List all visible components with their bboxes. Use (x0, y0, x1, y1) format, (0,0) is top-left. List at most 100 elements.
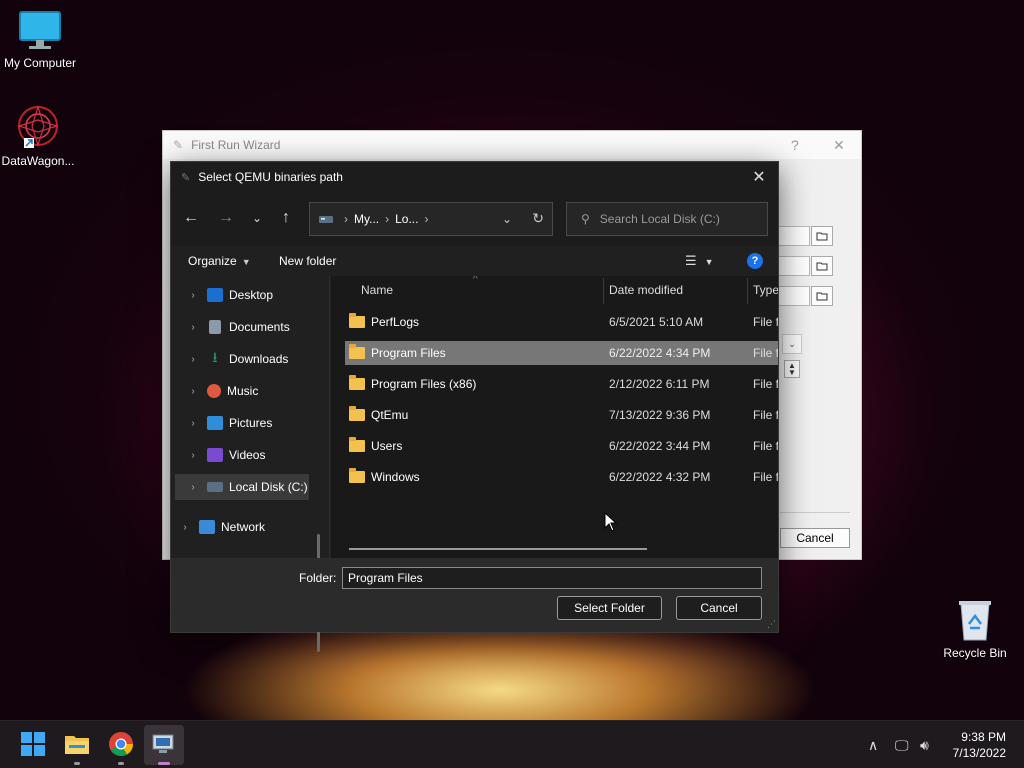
expand-chevron-icon[interactable]: › (183, 418, 203, 429)
network-tray-icon[interactable]: 🖵 (895, 737, 909, 754)
file-row[interactable]: Program Files 6/22/2022 4:34 PM File fo (345, 341, 778, 365)
new-folder-button[interactable]: New folder (279, 254, 336, 268)
column-separator[interactable] (747, 278, 748, 304)
drive-icon (207, 482, 223, 492)
nav-item-downloads[interactable]: › ⭳ Downloads (175, 346, 309, 372)
address-dropdown-icon[interactable]: ⌄ (502, 212, 512, 226)
arrow-left-icon: ← (183, 209, 199, 226)
expand-chevron-icon[interactable]: › (175, 522, 195, 533)
arrow-up-icon: ↑ (282, 209, 290, 226)
show-hidden-icons-chevron-icon[interactable]: ∧ (868, 737, 878, 754)
expand-chevron-icon[interactable]: › (183, 322, 203, 333)
close-icon: ✕ (752, 169, 766, 186)
clock[interactable]: 9:38 PM 7/13/2022 (953, 729, 1006, 761)
mouse-cursor-icon (604, 512, 618, 532)
file-name: QtEmu (371, 408, 409, 422)
nav-item-label: Desktop (229, 288, 274, 302)
file-row[interactable]: Windows 6/22/2022 4:32 PM File fo (345, 465, 778, 489)
help-icon[interactable]: ? (747, 253, 763, 269)
nav-item-music[interactable]: › Music (175, 378, 309, 404)
nav-item-label: Pictures (229, 416, 273, 430)
file-row[interactable]: PerfLogs 6/5/2021 5:10 AM File fo (345, 310, 778, 334)
file-row[interactable]: Users 6/22/2022 3:44 PM File fo (345, 434, 778, 458)
file-list: ^ Name Date modified Type PerfLogs 6/5/2… (331, 276, 778, 558)
downloads-icon: ⭳ (212, 349, 218, 365)
desktop-icon-datawagon[interactable]: DataWagon... (0, 104, 78, 168)
breadcrumb-local-disk[interactable]: Lo... (395, 212, 418, 226)
search-box[interactable]: ⚲ Search Local Disk (C:) (566, 202, 768, 236)
nav-item-desktop[interactable]: › Desktop (175, 282, 309, 308)
qtemu-taskbar-button[interactable] (144, 725, 184, 765)
up-button[interactable]: ↑ (274, 206, 298, 230)
desktop-icon-recycle-bin[interactable]: Recycle Bin (935, 598, 1015, 660)
column-header-type[interactable]: Type (753, 276, 778, 304)
cancel-button[interactable]: Cancel (676, 596, 762, 620)
column-header-name[interactable]: Name (361, 276, 393, 304)
file-date: 6/22/2022 4:32 PM (609, 470, 711, 484)
address-bar[interactable]: › My... › Lo... › ⌄ ↻ (309, 202, 553, 236)
pen-icon: ✎ (181, 171, 191, 184)
desktop-icon-label: My Computer (3, 56, 77, 70)
expand-chevron-icon[interactable]: › (183, 290, 203, 301)
horizontal-scrollbar[interactable] (349, 548, 647, 550)
wizard-browse-button[interactable] (811, 226, 833, 246)
start-button[interactable] (20, 731, 46, 757)
expand-chevron-icon[interactable]: › (183, 354, 203, 365)
desktop-icon-my-computer[interactable]: My Computer (0, 10, 80, 70)
expand-chevron-icon[interactable]: › (183, 482, 203, 493)
nav-item-pictures[interactable]: › Pictures (175, 410, 309, 436)
wizard-browse-button[interactable] (811, 286, 833, 306)
folder-browse-icon (816, 292, 828, 301)
pane-splitter[interactable] (329, 276, 330, 558)
wizard-path-field[interactable] (778, 226, 810, 246)
sort-ascending-icon: ^ (473, 276, 478, 285)
wizard-path-field[interactable] (778, 286, 810, 306)
desktop-icon-label: Recycle Bin (943, 646, 1007, 660)
organize-button[interactable]: Organize ▼ (188, 254, 251, 268)
refresh-icon[interactable]: ↻ (532, 210, 544, 227)
expand-chevron-icon[interactable]: › (183, 450, 203, 461)
nav-item-videos[interactable]: › Videos (175, 442, 309, 468)
view-options-button[interactable]: ☰ ▼ (685, 253, 714, 269)
column-separator[interactable] (603, 278, 604, 304)
resize-grip-icon[interactable]: ⋰ (767, 619, 776, 630)
nav-item-network[interactable]: › Network (167, 514, 301, 540)
wizard-close-button[interactable]: ✕ (833, 137, 845, 154)
wizard-cancel-button[interactable]: Cancel (780, 528, 850, 548)
wizard-divider (780, 512, 850, 513)
column-header-date[interactable]: Date modified (609, 276, 683, 304)
wizard-browse-button[interactable] (811, 256, 833, 276)
nav-item-documents[interactable]: › Documents (175, 314, 309, 340)
nav-item-label: Local Disk (C:) (229, 480, 308, 494)
wizard-spinbox-button[interactable]: ▲ ▼ (784, 360, 800, 378)
chevron-down-icon: ⌄ (251, 211, 263, 225)
forward-button[interactable]: → (214, 206, 238, 230)
music-icon (207, 384, 221, 398)
back-button[interactable]: ← (179, 206, 203, 230)
wizard-path-field[interactable] (778, 256, 810, 276)
qtemu-icon (152, 734, 174, 753)
folder-browse-icon (816, 232, 828, 241)
clock-time: 9:38 PM (961, 730, 1006, 744)
caret-down-icon: ▼ (241, 257, 251, 267)
file-date: 6/5/2021 5:10 AM (609, 315, 704, 329)
file-name: Users (371, 439, 403, 453)
wizard-help-button[interactable]: ? (791, 137, 799, 153)
dialog-close-button[interactable]: ✕ (748, 166, 770, 188)
select-folder-button[interactable]: Select Folder (557, 596, 662, 620)
chrome-icon[interactable] (108, 731, 134, 757)
recent-locations-button[interactable]: ⌄ (245, 206, 269, 230)
wand-icon: ✎ (173, 138, 184, 152)
nav-item-local-disk[interactable]: › Local Disk (C:) (175, 474, 309, 500)
file-row[interactable]: QtEmu 7/13/2022 9:36 PM File fo (345, 403, 778, 427)
expand-chevron-icon[interactable]: › (183, 386, 203, 397)
file-type: File fo (753, 315, 778, 329)
file-explorer-icon[interactable] (64, 731, 90, 757)
nav-item-label: Network (221, 520, 266, 534)
folder-input[interactable] (342, 567, 762, 589)
file-row[interactable]: Program Files (x86) 2/12/2022 6:11 PM Fi… (345, 372, 778, 396)
volume-icon[interactable]: 🔊︎ (920, 737, 929, 754)
wizard-dropdown-button[interactable]: ⌄ (782, 334, 802, 354)
command-bar: Organize ▼ New folder ☰ ▼ ? (171, 246, 778, 276)
breadcrumb-my-computer[interactable]: My... (354, 212, 379, 226)
